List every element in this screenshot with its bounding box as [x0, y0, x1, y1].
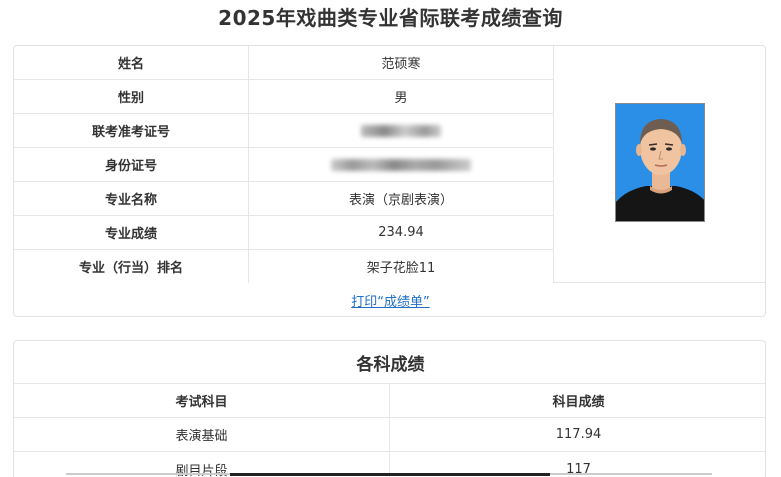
info-label: 性别	[14, 80, 249, 113]
info-value: 架子花脸11	[249, 250, 554, 283]
scores-table-header: 考试科目 科目成绩	[14, 384, 765, 418]
info-row-major: 专业名称 表演（京剧表演）	[14, 182, 554, 216]
photo-cell	[554, 46, 765, 283]
redaction-blur	[331, 158, 471, 171]
candidate-info-card: 姓名 范硕寒 性别 男 联考准考证号 身份证号 专业名称 表演（京剧表演） 专业…	[13, 45, 766, 317]
candidate-photo	[615, 103, 705, 222]
info-label: 专业（行当）排名	[14, 250, 249, 283]
print-row: 打印“成绩单”	[14, 283, 765, 316]
home-indicator	[230, 473, 550, 476]
info-label: 专业成绩	[14, 216, 249, 249]
info-value-redacted	[249, 114, 554, 147]
subject-scores-card: 各科成绩 考试科目 科目成绩 表演基础 117.94 剧目片段 117	[13, 340, 766, 477]
info-value-redacted	[249, 148, 554, 181]
info-label: 专业名称	[14, 182, 249, 215]
info-row-ranking: 专业（行当）排名 架子花脸11	[14, 250, 554, 283]
info-row-gender: 性别 男	[14, 80, 554, 114]
scores-section-title: 各科成绩	[14, 341, 765, 384]
info-value: 男	[249, 80, 554, 113]
info-row-name: 姓名 范硕寒	[14, 46, 554, 80]
info-label: 姓名	[14, 46, 249, 79]
info-value: 表演（京剧表演）	[249, 182, 554, 215]
info-row-id-number: 身份证号	[14, 148, 554, 182]
column-header-subject: 考试科目	[14, 384, 390, 417]
info-value: 范硕寒	[249, 46, 554, 79]
subject-name: 表演基础	[14, 418, 390, 451]
info-label: 联考准考证号	[14, 114, 249, 147]
page-title: 2025年戏曲类专业省际联考成绩查询	[218, 6, 563, 30]
info-value: 234.94	[249, 216, 554, 249]
info-row-exam-number: 联考准考证号	[14, 114, 554, 148]
column-header-score: 科目成绩	[552, 395, 605, 410]
table-row: 表演基础 117.94	[14, 418, 765, 452]
info-label: 身份证号	[14, 148, 249, 181]
print-transcript-link[interactable]: 打印“成绩单”	[351, 291, 429, 310]
redaction-blur	[361, 124, 441, 137]
subject-score: 117.94	[555, 427, 602, 442]
info-row-major-score: 专业成绩 234.94	[14, 216, 554, 250]
